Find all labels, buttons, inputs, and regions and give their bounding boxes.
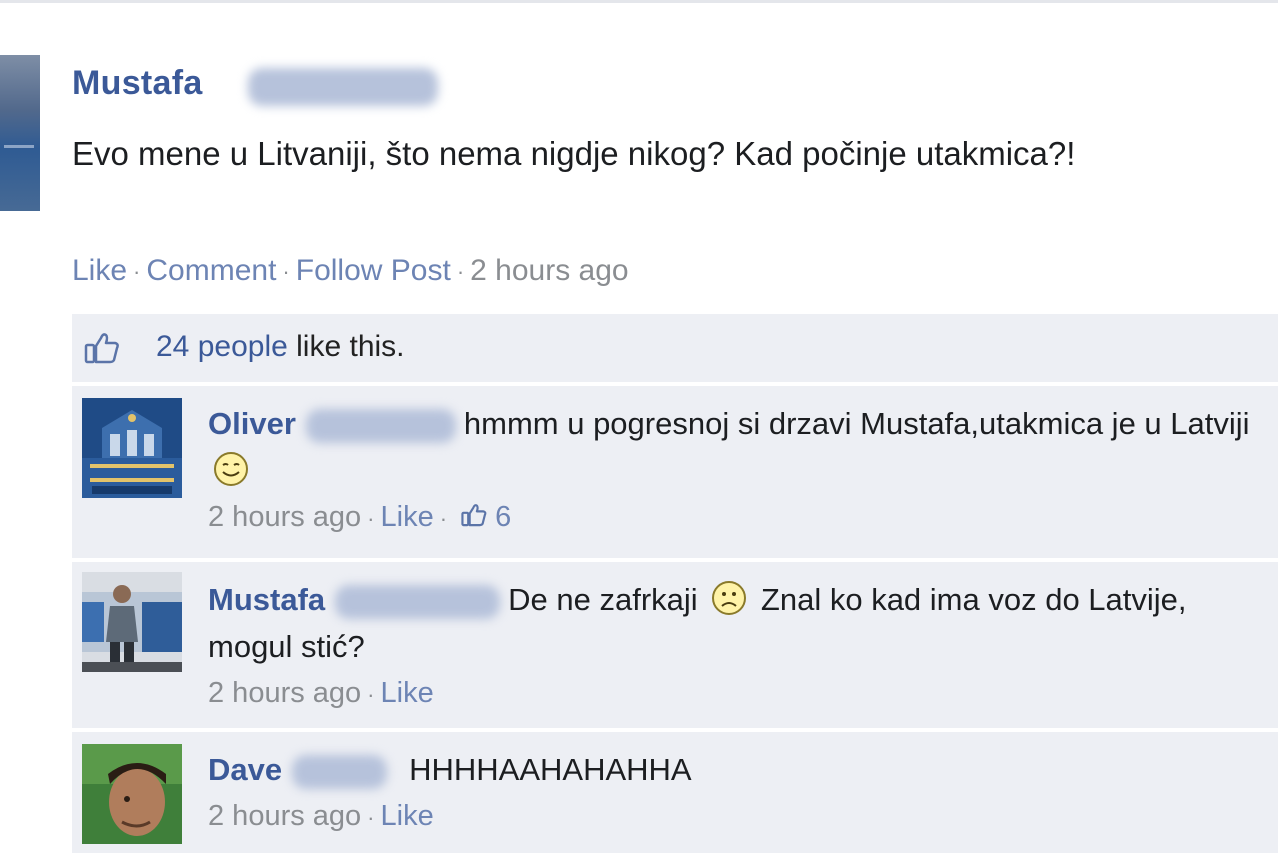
like-thumb-icon — [461, 504, 487, 527]
comment-timestamp[interactable]: 2 hours ago — [208, 501, 361, 533]
comment-text: hmmm u pogresnoj si drzavi Mustafa,utakm… — [463, 406, 1250, 441]
comment-like-link[interactable]: Like — [381, 501, 434, 533]
comment-author-name[interactable]: Mustafa — [208, 582, 325, 617]
comment-timestamp[interactable]: 2 hours ago — [208, 677, 361, 709]
separator-dot: · — [282, 259, 290, 285]
commenter-avatar[interactable] — [82, 572, 182, 672]
comment-item: Mustafa De ne zafrkaji Znal ko kad ima vo… — [72, 562, 1278, 728]
comment-timestamp[interactable]: 2 hours ago — [208, 800, 361, 832]
commenter-avatar[interactable] — [82, 398, 182, 498]
comment-author-name[interactable]: Oliver — [208, 406, 296, 441]
comment-like-link[interactable]: Like — [381, 800, 434, 832]
commenter-avatar[interactable] — [82, 744, 182, 844]
building-emblem-image — [82, 398, 182, 498]
blurred-surname — [335, 584, 501, 619]
separator-dot: · — [133, 259, 141, 285]
comment-like-count[interactable]: 6 — [495, 501, 511, 533]
comment-meta: 2 hours ago · Like — [208, 670, 1258, 718]
separator-dot: · — [456, 259, 465, 285]
follow-post-link[interactable]: Follow Post — [296, 254, 451, 287]
likes-summary: 24 people like this. — [72, 314, 1278, 382]
blurred-surname — [292, 754, 388, 789]
frown-emoticon-icon — [712, 581, 747, 615]
likes-text-rest: like this. — [296, 330, 405, 363]
comment-item: Dave HHHHAAHAHAHHA 2 hours ago · Like — [72, 732, 1278, 853]
post-like-link[interactable]: Like — [72, 254, 127, 287]
comment-meta: 2 hours ago · Like — [208, 793, 1258, 841]
post-actions-bar: Like · Comment · Follow Post · 2 hours ago — [72, 254, 629, 288]
blurred-surname — [248, 68, 438, 106]
blurred-surname — [305, 408, 456, 443]
post-comment-link[interactable]: Comment — [146, 254, 276, 287]
post-author-avatar[interactable] — [0, 55, 40, 211]
comment-author-name[interactable]: Dave — [208, 752, 282, 787]
post-message: Evo mene u Litvaniji, što nema nigdje ni… — [72, 135, 1076, 172]
separator-dot: · — [367, 681, 375, 707]
comment-item: Oliver hmmm u pogresnoj si drzavi Mustafa… — [72, 386, 1278, 558]
comment-body: Oliver hmmm u pogresnoj si drzavi Mustafa… — [208, 400, 1258, 542]
comment-like-link[interactable]: Like — [381, 677, 434, 709]
like-thumb-icon — [84, 333, 119, 364]
separator-dot: · — [367, 804, 375, 830]
comment-body: Dave HHHHAAHAHAHHA 2 hours ago · Like — [208, 746, 1258, 841]
person-photo-image — [82, 572, 182, 672]
likes-count-link[interactable]: 24 people — [156, 330, 288, 363]
smile-emoticon-icon — [214, 452, 248, 486]
post-timestamp[interactable]: 2 hours ago — [470, 254, 628, 287]
comment-meta: 2 hours ago · Like · 6 — [208, 494, 1258, 542]
comment-text: HHHHAAHAHAHHA — [409, 752, 692, 787]
person-face-image — [82, 744, 182, 844]
top-divider — [0, 0, 1278, 3]
likes-text: 24 people like this. — [156, 330, 405, 364]
post-author-name[interactable]: Mustafa — [72, 64, 203, 103]
separator-dot: · — [367, 505, 375, 531]
separator-dot: · — [439, 505, 448, 531]
comment-text-part1: De ne zafrkaji — [508, 582, 698, 617]
comment-body: Mustafa De ne zafrkaji Znal ko kad ima vo… — [208, 576, 1258, 718]
